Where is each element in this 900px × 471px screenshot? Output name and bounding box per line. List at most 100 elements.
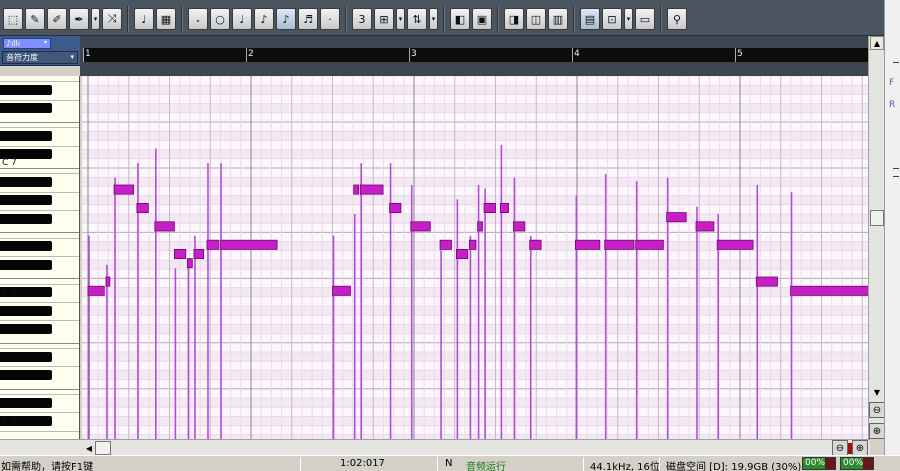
midi-note[interactable] xyxy=(105,276,111,287)
transpose-dropdown-button[interactable]: ▾ xyxy=(429,8,438,30)
black-key[interactable] xyxy=(0,84,52,95)
snap-tool-button[interactable]: ⤨ xyxy=(102,8,122,30)
black-key[interactable] xyxy=(0,130,52,141)
vertical-scroll-thumb[interactable] xyxy=(870,210,884,226)
layout-dropdown-button[interactable]: ▾ xyxy=(624,8,633,30)
midi-note[interactable] xyxy=(755,276,778,287)
midi-note[interactable] xyxy=(87,285,105,296)
bar-ruler[interactable]: 1 2 3 4 5 xyxy=(83,48,869,62)
black-key[interactable] xyxy=(0,351,52,362)
midi-note[interactable] xyxy=(666,212,687,223)
midi-note[interactable] xyxy=(389,203,402,214)
half-note-button[interactable]: ○ xyxy=(210,8,230,30)
zoom-search-button[interactable]: ⚲ xyxy=(667,8,687,30)
pane-middle-button[interactable]: ◫ xyxy=(526,8,546,30)
chevron-down-icon[interactable]: ▾ xyxy=(44,39,47,46)
midi-note[interactable] xyxy=(790,285,868,296)
scroll-down-icon[interactable]: ▼ xyxy=(870,386,884,398)
pen-tool-button[interactable]: ✒ xyxy=(69,8,89,30)
midi-note[interactable] xyxy=(499,203,509,214)
midi-note[interactable] xyxy=(529,239,542,250)
quarter-note-button[interactable]: ♩ xyxy=(232,8,252,30)
midi-note[interactable] xyxy=(695,221,715,232)
track-view-icon: ◧ xyxy=(454,12,466,26)
black-key[interactable] xyxy=(0,195,52,206)
erase-tool-button[interactable]: ✐ xyxy=(47,8,67,30)
black-key[interactable] xyxy=(0,370,52,380)
midi-note[interactable] xyxy=(219,239,278,250)
black-key[interactable] xyxy=(0,103,52,114)
quantize-tool-button[interactable]: ♩ xyxy=(134,8,154,30)
midi-note[interactable] xyxy=(455,248,469,259)
track-view-button[interactable]: ◧ xyxy=(450,8,470,30)
select-tool-button[interactable]: ⬚ xyxy=(3,8,23,30)
zoom-out-vertical-icon[interactable]: ⊖ xyxy=(869,402,885,418)
midi-note[interactable] xyxy=(359,184,384,195)
thirtysecond-note-button[interactable]: ♬ xyxy=(298,8,318,30)
draw-tool-button[interactable]: ✎ xyxy=(25,8,45,30)
midi-note[interactable] xyxy=(716,239,754,250)
export-view-button[interactable]: ▭ xyxy=(635,8,655,30)
midi-note[interactable] xyxy=(604,239,635,250)
cpu-meter: 00% xyxy=(802,457,836,470)
black-key[interactable] xyxy=(0,324,52,334)
midi-note[interactable] xyxy=(635,239,664,250)
zoom-in-vertical-icon[interactable]: ⊕ xyxy=(869,423,885,439)
zoom-out-horizontal-icon[interactable]: ⊖ xyxy=(832,440,848,456)
midi-note[interactable] xyxy=(113,184,135,195)
pane-color-button[interactable]: ▥ xyxy=(548,8,568,30)
pen-tool-dropdown-button[interactable]: ▾ xyxy=(91,8,100,30)
black-key[interactable] xyxy=(0,259,52,270)
midi-note[interactable] xyxy=(513,221,526,232)
midi-note[interactable] xyxy=(477,221,483,232)
midi-note[interactable] xyxy=(332,285,351,296)
black-key[interactable] xyxy=(0,305,52,316)
note-grid[interactable] xyxy=(82,76,868,439)
picture-view-button[interactable]: ▣ xyxy=(472,8,492,30)
midi-note[interactable] xyxy=(410,221,431,232)
transpose-tool-button[interactable]: ⇅ xyxy=(407,8,427,30)
transpose-tool-icon: ⇅ xyxy=(412,12,422,26)
horizontal-scroll-thumb[interactable] xyxy=(95,441,111,455)
midi-note[interactable] xyxy=(353,184,359,195)
black-key[interactable] xyxy=(0,397,52,408)
midi-note[interactable] xyxy=(483,203,496,214)
time-ruler[interactable]: 1 2 3 4 5 xyxy=(80,36,870,66)
triplet-button-button[interactable]: 3 xyxy=(352,8,372,30)
midi-note[interactable] xyxy=(187,258,193,269)
grid-view-button[interactable]: ⊞ xyxy=(374,8,394,30)
show-pane-button[interactable]: ▤ xyxy=(580,8,600,30)
eighth-note-button[interactable]: ♪ xyxy=(254,8,274,30)
black-key[interactable] xyxy=(0,241,52,252)
grid-tool-button[interactable]: ▦ xyxy=(156,8,176,30)
white-key-divider xyxy=(0,283,79,285)
white-key-divider xyxy=(0,127,79,129)
status-bar: 如需帮助，请按F1键 1:02:017 N 音频运行 44.1kHz, 16位 … xyxy=(0,455,900,471)
controller-select[interactable]: 音符力度 ▾ xyxy=(2,51,78,64)
piano-keyboard[interactable]: C 7 C 6 C 5 xyxy=(0,76,80,439)
dotted-note-button[interactable]: · xyxy=(320,8,340,30)
midi-note[interactable] xyxy=(193,248,205,259)
scroll-left-icon[interactable]: ◀ xyxy=(83,442,95,454)
black-key[interactable] xyxy=(0,213,52,224)
pane-left-button[interactable]: ◨ xyxy=(504,8,524,30)
scroll-up-icon[interactable]: ▲ xyxy=(870,36,884,50)
midi-note[interactable] xyxy=(206,239,219,250)
whole-note-button[interactable]: 𝅗 xyxy=(188,8,208,30)
zoom-in-horizontal-icon[interactable]: ⊕ xyxy=(852,440,868,456)
horizontal-scrollbar[interactable]: ◀ ⊖ ⊕ xyxy=(80,439,870,456)
grid-view-dropdown-button[interactable]: ▾ xyxy=(396,8,405,30)
white-key-divider xyxy=(0,366,79,368)
black-key[interactable] xyxy=(0,176,52,187)
midi-note[interactable] xyxy=(439,239,452,250)
sixteenth-note-button[interactable]: ♪ xyxy=(276,8,296,30)
vertical-scrollbar[interactable]: ▲ ▼ ⊖ ⊕ xyxy=(868,36,885,439)
layout-view-button[interactable]: ⊡ xyxy=(602,8,622,30)
panel-marker: F xyxy=(889,78,895,88)
midi-note[interactable] xyxy=(136,203,149,214)
midi-note[interactable] xyxy=(469,239,477,250)
midi-note[interactable] xyxy=(173,248,187,259)
midi-note[interactable] xyxy=(154,221,175,232)
note-grid-canvas[interactable] xyxy=(82,76,868,439)
midi-note[interactable] xyxy=(574,239,601,250)
